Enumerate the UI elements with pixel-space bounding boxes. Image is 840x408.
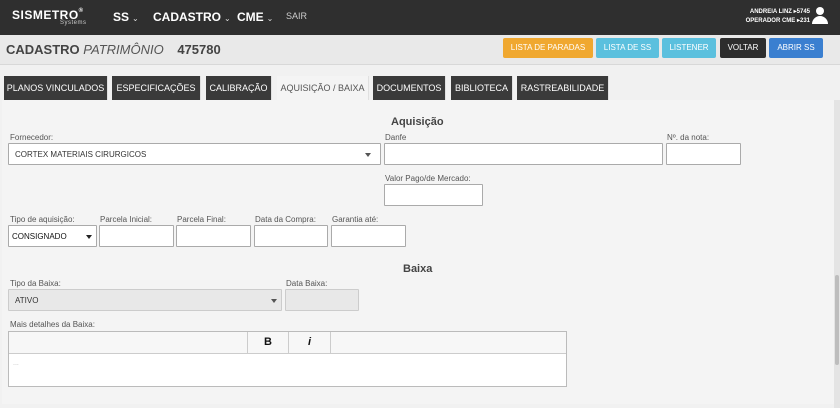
detalhes-baixa-label: Mais detalhes da Baixa: (10, 320, 95, 329)
page-title-entity: PATRIMÔNIO (83, 42, 164, 57)
chevron-down-icon: ⌄ (224, 14, 231, 23)
page-title-main: CADASTRO (6, 42, 80, 57)
parcela-inicial-label: Parcela Inicial: (100, 215, 153, 224)
nota-input[interactable] (666, 143, 741, 165)
user-name: ANDREIA LINZ ▸5745 (749, 9, 810, 15)
tab-planos-vinculados[interactable]: PLANOS VINCULADOS (4, 76, 108, 100)
tipo-baixa-selected-value: ATIVO (15, 296, 39, 305)
garantia-label: Garantia até: (332, 215, 379, 224)
brand-logo[interactable]: SISMETRO® Systems (12, 8, 86, 26)
chevron-down-icon: ⌄ (132, 14, 139, 23)
tab-especificacoes[interactable]: ESPECIFICAÇÕES (112, 76, 201, 100)
lista-de-ss-button[interactable]: LISTA DE SS (596, 38, 659, 58)
garantia-input[interactable] (331, 225, 406, 247)
chevron-down-icon: ⌄ (266, 14, 274, 23)
section-title-baixa: Baixa (403, 263, 433, 275)
chevron-down-icon (271, 299, 277, 303)
top-navbar: SISMETRO® Systems SS ⌄ CADASTRO ⌄ CME ⌄ SAI… (0, 0, 840, 35)
chevron-down-icon (86, 235, 92, 239)
page-scrollbar[interactable] (834, 100, 840, 408)
nav-menu-label: SS (113, 10, 130, 24)
tipo-baixa-select[interactable]: ATIVO (8, 289, 282, 311)
danfe-input[interactable] (384, 143, 663, 165)
voltar-button[interactable]: VOLTAR (720, 38, 766, 58)
dropdown-arrow-icon (365, 153, 371, 157)
parcela-final-input[interactable] (176, 225, 251, 247)
detalhes-baixa-editor[interactable]: B i ... (8, 331, 567, 387)
data-compra-label: Data da Compra: (255, 215, 316, 224)
user-info: ANDREIA LINZ ▸5745 OPERADOR CME ▸231 (746, 8, 810, 26)
tab-biblioteca[interactable]: BIBLIOTECA (451, 76, 513, 100)
nav-menu-label: CME (237, 10, 264, 24)
data-baixa-input[interactable] (285, 289, 359, 311)
valor-label: Valor Pago/de Mercado: (385, 174, 471, 183)
scrollbar-thumb[interactable] (835, 275, 839, 365)
listener-button[interactable]: LISTENER (662, 38, 716, 58)
page-title-number: 475780 (177, 42, 221, 57)
tipo-aquisicao-selected-value: CONSIGNADO (12, 232, 67, 241)
nav-menu-ss[interactable]: SS ⌄ (113, 10, 139, 24)
nav-menu-label: CADASTRO (153, 10, 221, 24)
data-baixa-label: Data Baixa: (286, 279, 328, 288)
abrir-ss-button[interactable]: ABRIR SS (769, 38, 823, 58)
tab-documentos[interactable]: DOCUMENTOS (373, 76, 446, 100)
valor-input[interactable] (384, 184, 483, 206)
tab-aquisicao-baixa[interactable]: AQUISIÇÃO / BAIXA (277, 76, 369, 100)
bold-button[interactable]: B (247, 332, 289, 353)
fornecedor-selected-value: CORTEX MATERIAIS CIRURGICOS (15, 150, 147, 159)
nota-label: Nº. da nota: (667, 133, 710, 142)
tab-rastreabilidade[interactable]: RASTREABILIDADE (517, 76, 609, 100)
fornecedor-select[interactable]: CORTEX MATERIAIS CIRURGICOS (8, 143, 381, 165)
user-icon[interactable] (812, 7, 828, 24)
editor-toolbar: B i (9, 332, 566, 354)
user-icon-head (816, 7, 824, 15)
editor-placeholder: ... (13, 360, 19, 367)
page-title: CADASTRO PATRIMÔNIO 475780 (6, 42, 221, 57)
data-compra-input[interactable] (254, 225, 328, 247)
section-title-aquisicao: Aquisição (391, 116, 444, 128)
parcela-inicial-input[interactable] (99, 225, 174, 247)
fornecedor-label: Fornecedor: (10, 133, 54, 142)
nav-menu-cadastro[interactable]: CADASTRO ⌄ (153, 10, 231, 24)
tipo-aquisicao-label: Tipo de aquisição: (10, 215, 75, 224)
user-icon-body (812, 16, 828, 24)
user-role: OPERADOR CME ▸231 (745, 18, 810, 24)
logout-link[interactable]: SAIR (286, 11, 307, 21)
danfe-label: Danfe (385, 133, 407, 142)
italic-button[interactable]: i (289, 332, 331, 353)
tipo-aquisicao-select[interactable]: CONSIGNADO (8, 225, 97, 247)
brand-registered-mark: ® (78, 8, 84, 14)
tipo-baixa-label: Tipo da Baixa: (10, 279, 61, 288)
brand-subtitle: Systems (60, 20, 87, 26)
nav-menu-cme[interactable]: CME ⌄ (237, 10, 273, 24)
lista-de-paradas-button[interactable]: LISTA DE PARADAS (503, 38, 593, 58)
parcela-final-label: Parcela Final: (177, 215, 226, 224)
tab-calibracao[interactable]: CALIBRAÇÃO (206, 76, 272, 100)
